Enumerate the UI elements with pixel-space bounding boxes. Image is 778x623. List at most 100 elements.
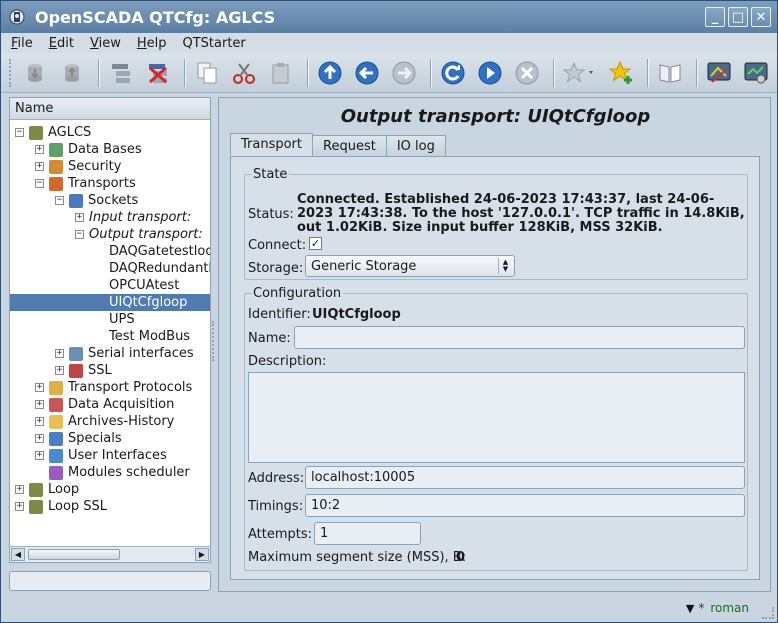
start-icon[interactable] — [474, 57, 506, 89]
tab-transport[interactable]: Transport — [230, 133, 314, 156]
connect-checkbox[interactable]: ✓ — [309, 237, 322, 250]
tree-item[interactable]: Modules scheduler — [10, 464, 190, 481]
expand-icon[interactable]: + — [35, 400, 44, 409]
expand-icon[interactable]: + — [35, 162, 44, 171]
tree-item[interactable]: + Loop — [10, 481, 79, 498]
menu-edit[interactable]: Edit — [49, 36, 74, 51]
tree-item[interactable]: UIQtCfgloop — [10, 294, 210, 311]
toolbar-separator — [647, 58, 649, 87]
storage-select-value: Generic Storage — [311, 258, 417, 274]
expand-icon[interactable]: + — [75, 213, 84, 222]
tree-item[interactable]: + SSL — [10, 362, 112, 379]
expand-icon[interactable]: + — [35, 417, 44, 426]
name-field[interactable] — [294, 326, 745, 349]
up-icon[interactable] — [314, 57, 346, 89]
tree-item-label: Security — [68, 159, 122, 174]
tree-horizontal-scrollbar[interactable]: ◀ ▶ — [10, 546, 210, 562]
storage-select[interactable]: Generic Storage ▲ ▼ — [305, 255, 515, 277]
scroll-right-icon[interactable]: ▶ — [195, 548, 209, 561]
expand-icon[interactable]: + — [35, 451, 44, 460]
toolbar-separator — [553, 58, 555, 87]
tree-item[interactable]: + Data Bases — [10, 141, 142, 158]
tree-item[interactable]: + Security — [10, 158, 121, 175]
tree-item-label: User Interfaces — [68, 448, 167, 463]
tree-item[interactable]: − Sockets — [10, 192, 138, 209]
tool1-icon[interactable] — [703, 57, 735, 89]
tree-item[interactable]: − Output transport: — [10, 226, 203, 243]
tree-item[interactable]: + Specials — [10, 430, 122, 447]
tree-item[interactable]: − AGLCS — [10, 124, 91, 141]
tab-request[interactable]: Request — [312, 135, 387, 156]
menu-qtstarter[interactable]: QTStarter — [182, 36, 245, 51]
expand-icon[interactable]: + — [55, 366, 64, 375]
tree-item[interactable]: + Archives-History — [10, 413, 174, 430]
tree-item[interactable]: + Data Acquisition — [10, 396, 174, 413]
toolbar-separator — [98, 58, 100, 87]
tree-item[interactable]: DAQRedundantlo — [10, 260, 210, 277]
description-field[interactable] — [248, 372, 745, 463]
tree-item[interactable]: + Transport Protocols — [10, 379, 192, 396]
title-bar[interactable]: OpenSCADA QTCfg: AGLCS _ □ ✕ — [1, 1, 777, 33]
attempts-field[interactable]: 1 — [314, 522, 421, 545]
tree-item[interactable]: DAQGatetestloo — [10, 243, 210, 260]
close-button[interactable]: ✕ — [751, 7, 771, 27]
back-icon[interactable] — [351, 57, 383, 89]
tree-item[interactable]: − Transports — [10, 175, 136, 192]
menu-view[interactable]: View — [90, 36, 121, 51]
tree-item[interactable]: Test ModBus — [10, 328, 190, 345]
collapse-icon[interactable]: − — [55, 196, 64, 205]
manual-icon[interactable] — [654, 57, 686, 89]
expand-icon[interactable]: + — [35, 434, 44, 443]
copy-icon[interactable] — [191, 57, 223, 89]
tree-item[interactable]: + Loop SSL — [10, 498, 107, 515]
bookmark-icon[interactable] — [560, 57, 600, 89]
delete-item-icon[interactable] — [142, 57, 174, 89]
forward-icon[interactable] — [388, 57, 420, 89]
tree-item[interactable]: OPCUAtest — [10, 277, 179, 294]
attempts-label: Attempts: — [248, 527, 313, 542]
collapse-icon[interactable]: − — [15, 128, 24, 137]
maximize-button[interactable]: □ — [728, 7, 748, 27]
paste-icon[interactable] — [265, 57, 297, 89]
tree-item-label: Archives-History — [68, 414, 175, 429]
stop-icon[interactable] — [511, 57, 543, 89]
window-title: OpenSCADA QTCfg: AGLCS — [35, 7, 276, 27]
tree-item[interactable]: + Serial interfaces — [10, 345, 194, 362]
tree-item[interactable]: + User Interfaces — [10, 447, 167, 464]
dropdown-triangle-icon[interactable]: ▼ — [686, 602, 694, 615]
tree-item[interactable]: UPS — [10, 311, 135, 328]
db-save-icon[interactable] — [56, 57, 88, 89]
menu-help[interactable]: Help — [137, 36, 167, 51]
current-user[interactable]: roman — [710, 601, 749, 615]
panel-splitter[interactable] — [212, 321, 216, 361]
bookmark-add-icon[interactable] — [605, 57, 637, 89]
expand-icon[interactable]: + — [35, 383, 44, 392]
scroll-left-icon[interactable]: ◀ — [11, 548, 25, 561]
collapse-icon[interactable]: − — [75, 230, 84, 239]
tree-node-icon — [49, 448, 63, 463]
menu-file[interactable]: File — [11, 36, 33, 51]
tree-item[interactable]: + Input transport: — [10, 209, 191, 226]
add-item-icon[interactable] — [105, 57, 137, 89]
tool2-icon[interactable] — [740, 57, 772, 89]
address-field[interactable]: localhost:10005 — [305, 466, 745, 489]
toolbar-grip[interactable] — [9, 58, 13, 87]
tree-header[interactable]: Name — [10, 98, 210, 120]
refresh-icon[interactable] — [437, 57, 469, 89]
scroll-thumb[interactable] — [28, 549, 120, 560]
resize-grip[interactable] — [762, 607, 774, 619]
expand-icon[interactable]: + — [15, 485, 24, 494]
tab-io-log[interactable]: IO log — [385, 135, 446, 156]
tree-item-label: Modules scheduler — [68, 465, 190, 480]
cut-icon[interactable] — [228, 57, 260, 89]
tree-item-label: Specials — [68, 431, 122, 446]
minimize-button[interactable]: _ — [705, 7, 725, 27]
expand-icon[interactable]: + — [15, 502, 24, 511]
expand-icon[interactable]: + — [55, 349, 64, 358]
expand-icon[interactable]: + — [35, 145, 44, 154]
db-load-icon[interactable] — [19, 57, 51, 89]
collapse-icon[interactable]: − — [35, 179, 44, 188]
timings-field[interactable]: 10:2 — [305, 494, 745, 517]
